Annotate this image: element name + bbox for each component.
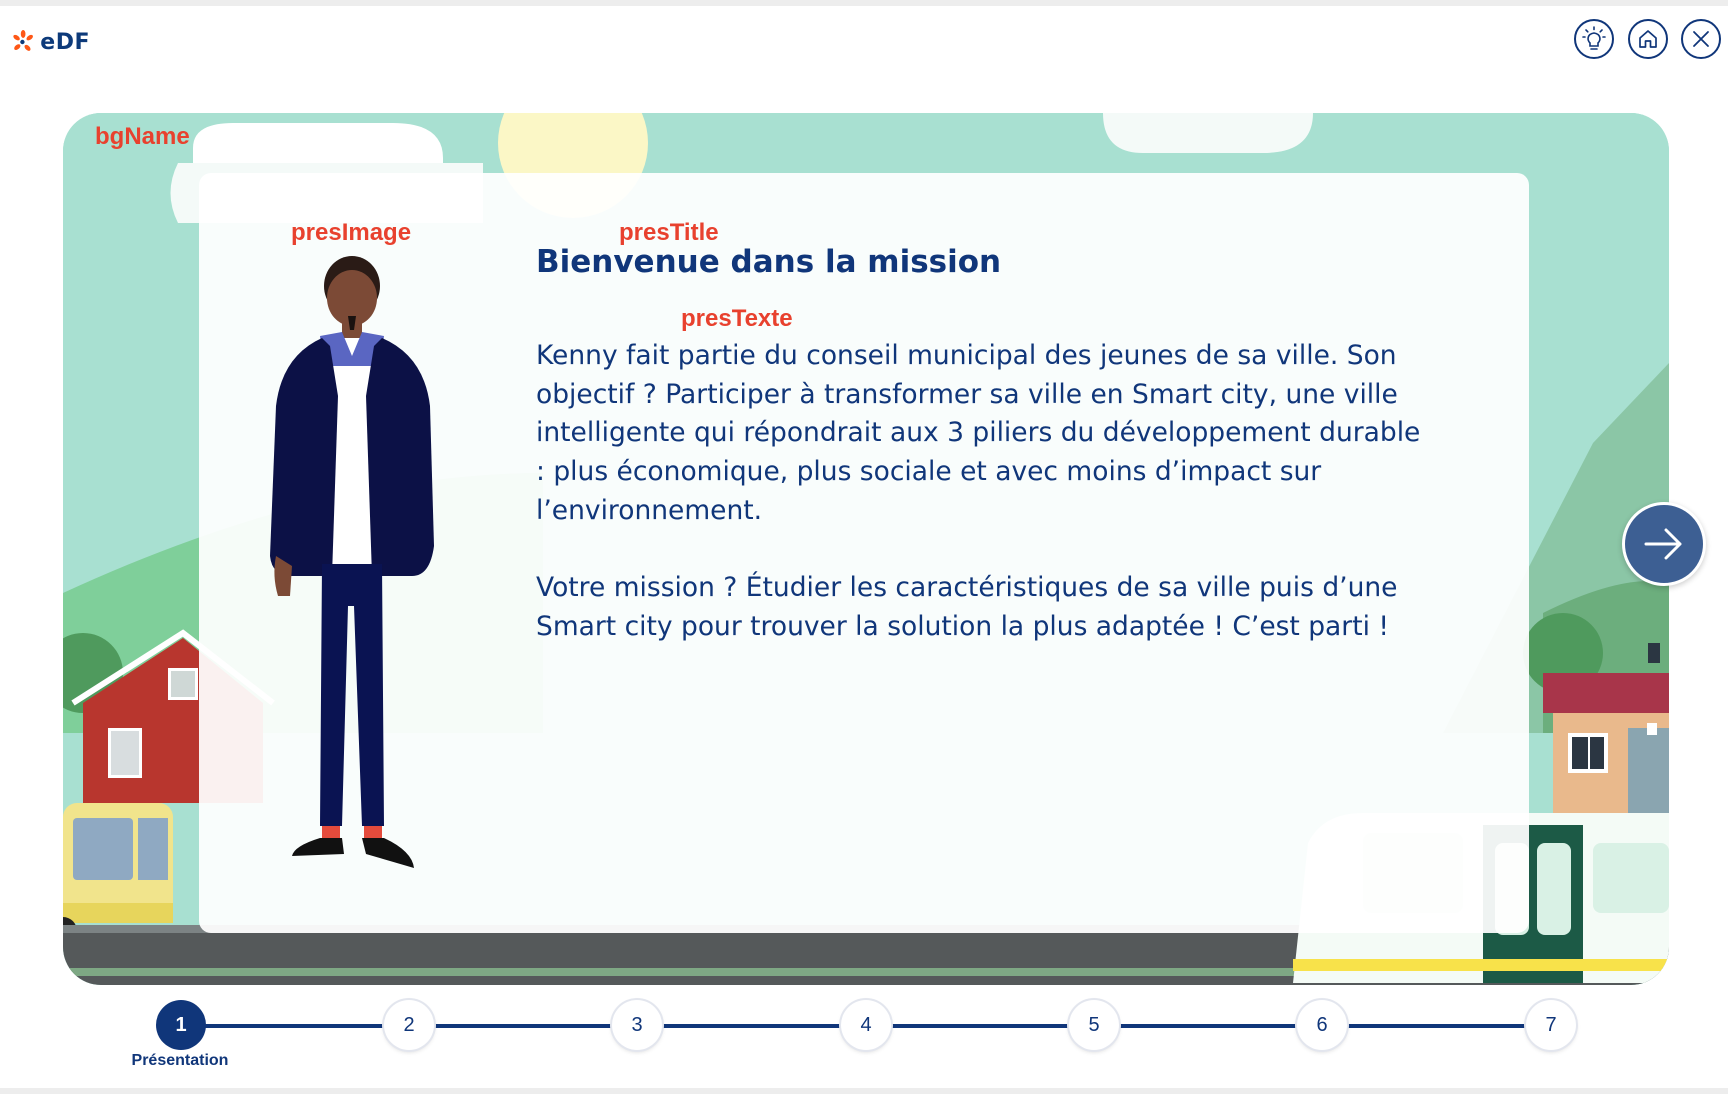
step-3[interactable]: 3	[612, 1000, 662, 1050]
presentation-title: Bienvenue dans la mission	[536, 244, 1002, 280]
arrow-right-icon	[1644, 528, 1682, 560]
top-border	[0, 0, 1728, 6]
next-button[interactable]	[1622, 502, 1706, 586]
lightbulb-icon	[1582, 26, 1606, 50]
step-1[interactable]: 1	[156, 1000, 206, 1050]
logo-text: eDF	[40, 29, 90, 55]
pres-title-placeholder: presTitle	[619, 219, 719, 246]
close-icon	[1693, 31, 1709, 47]
step-2[interactable]: 2	[384, 1000, 434, 1050]
hint-button[interactable]	[1574, 19, 1614, 59]
app-window: eDF bgName presImage presTitle presTexte…	[0, 0, 1728, 1094]
home-icon	[1639, 30, 1657, 48]
home-button[interactable]	[1628, 19, 1668, 59]
step-4[interactable]: 4	[841, 1000, 891, 1050]
pres-text-placeholder: presTexte	[681, 305, 793, 332]
presentation-paragraph-2: Votre mission ? Étudier les caractéristi…	[536, 572, 1398, 642]
step-1-caption: Présentation	[131, 1052, 229, 1069]
bg-name-placeholder: bgName	[95, 123, 190, 150]
presentation-text: Kenny fait partie du conseil municipal d…	[536, 337, 1436, 647]
edf-logo-icon	[13, 29, 33, 51]
presentation-paragraph-1: Kenny fait partie du conseil municipal d…	[536, 340, 1421, 526]
step-7[interactable]: 7	[1526, 1000, 1576, 1050]
close-button[interactable]	[1681, 19, 1721, 59]
step-6[interactable]: 6	[1297, 1000, 1347, 1050]
step-5[interactable]: 5	[1069, 1000, 1119, 1050]
character-kenny-image	[270, 256, 434, 868]
pres-image-placeholder: presImage	[291, 219, 412, 246]
edf-logo: eDF	[10, 22, 90, 62]
bottom-border	[0, 1088, 1728, 1094]
